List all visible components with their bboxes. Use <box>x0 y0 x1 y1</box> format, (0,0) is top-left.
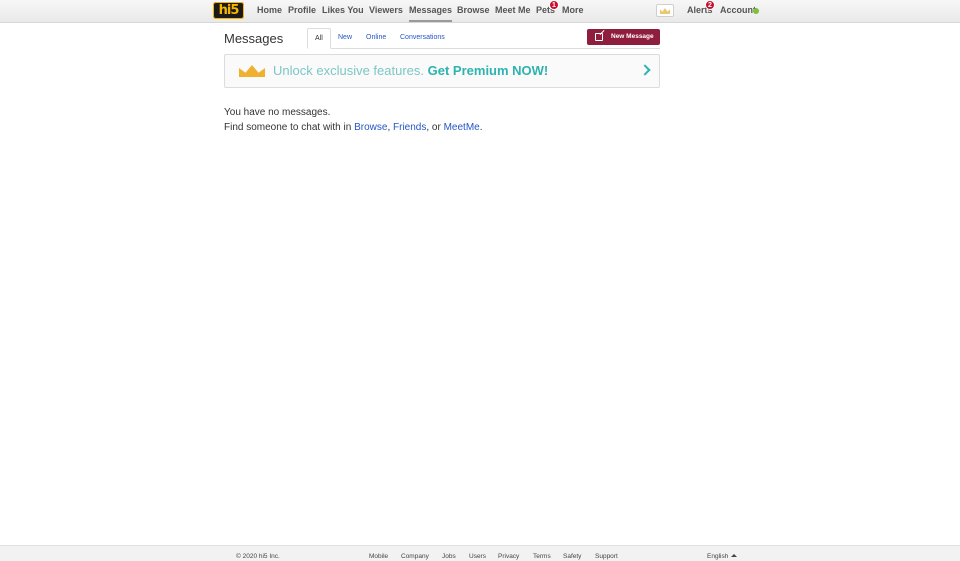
nav-profile[interactable]: Profile <box>288 0 316 22</box>
page-title: Messages <box>224 31 284 46</box>
premium-crown-icon[interactable] <box>656 4 674 17</box>
chevron-right-icon[interactable] <box>639 64 651 76</box>
nav-likes-you[interactable]: Likes You <box>322 0 364 22</box>
online-status-icon <box>753 8 759 14</box>
empty-state: You have no messages. Find someone to ch… <box>224 105 483 135</box>
footer: © 2020 hi5 Inc. Mobile Company Jobs User… <box>0 545 960 561</box>
footer-link-mobile[interactable]: Mobile <box>369 553 388 560</box>
nav-viewers[interactable]: Viewers <box>369 0 403 22</box>
footer-link-safety[interactable]: Safety <box>563 553 581 560</box>
nav-account[interactable]: Account <box>720 0 756 22</box>
friends-link[interactable]: Friends <box>393 122 426 133</box>
premium-cta[interactable]: Get Premium NOW! <box>428 63 549 78</box>
nav-browse[interactable]: Browse <box>457 0 490 22</box>
crown-icon <box>239 65 265 77</box>
footer-link-users[interactable]: Users <box>469 553 486 560</box>
footer-link-jobs[interactable]: Jobs <box>442 553 456 560</box>
tab-online[interactable]: Online <box>359 28 393 49</box>
copyright: © 2020 hi5 Inc. <box>236 553 280 560</box>
compose-icon <box>595 33 603 41</box>
new-message-label: New Message <box>611 33 654 40</box>
nav-messages[interactable]: Messages <box>409 0 453 22</box>
hi5-logo[interactable]: hi5 <box>213 2 244 19</box>
meetme-link[interactable]: MeetMe <box>444 122 480 133</box>
top-nav: hi5 Home Profile Likes You Viewers Messa… <box>0 0 960 23</box>
new-message-button[interactable]: New Message <box>587 29 660 45</box>
tab-new[interactable]: New <box>331 28 359 49</box>
premium-banner[interactable]: Unlock exclusive features. Get Premium N… <box>224 54 660 88</box>
caret-up-icon <box>731 554 738 557</box>
premium-message: Unlock exclusive features. <box>273 63 425 78</box>
pets-badge: 1 <box>549 0 559 10</box>
premium-text: Unlock exclusive features. Get Premium N… <box>273 63 548 79</box>
nav-home[interactable]: Home <box>257 0 282 22</box>
footer-link-company[interactable]: Company <box>401 553 429 560</box>
footer-link-terms[interactable]: Terms <box>533 553 551 560</box>
nav-meet-me[interactable]: Meet Me <box>495 0 531 22</box>
footer-link-privacy[interactable]: Privacy <box>498 553 519 560</box>
find-someone-text: Find someone to chat with in Browse, Fri… <box>224 122 483 133</box>
tab-conversations[interactable]: Conversations <box>393 28 452 49</box>
alerts-badge: 2 <box>705 0 715 10</box>
footer-link-support[interactable]: Support <box>595 553 618 560</box>
browse-link[interactable]: Browse <box>354 122 387 133</box>
no-messages-text: You have no messages. <box>224 107 331 118</box>
language-selector[interactable]: English <box>707 553 738 560</box>
nav-more[interactable]: More <box>562 0 584 22</box>
tab-all[interactable]: All <box>307 28 331 49</box>
